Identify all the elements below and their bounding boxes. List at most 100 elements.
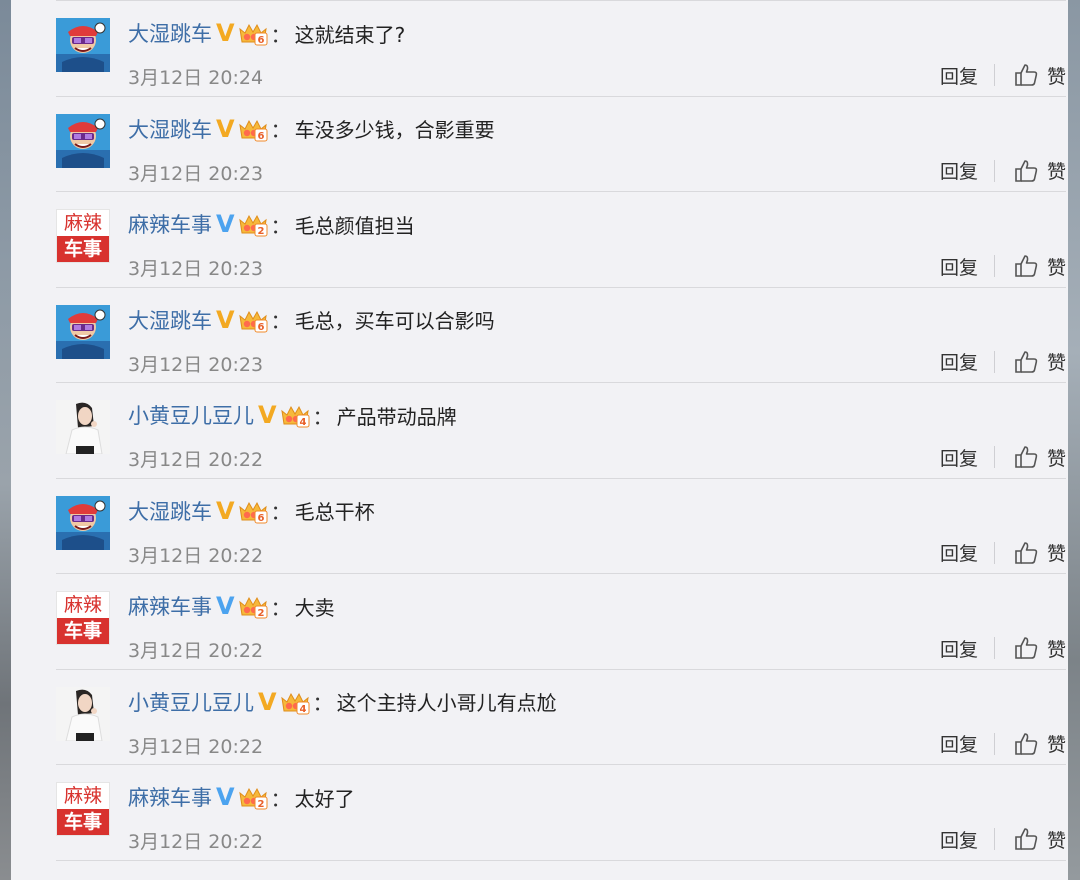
username-link[interactable]: 麻辣车事 — [128, 782, 212, 812]
reply-button[interactable]: 回复 — [940, 730, 978, 757]
username-link[interactable]: 麻辣车事 — [128, 591, 212, 621]
member-crown-icon: 2 — [238, 784, 268, 810]
like-button[interactable]: 赞 — [1013, 253, 1066, 280]
like-label: 赞 — [1046, 734, 1066, 756]
colon: ： — [270, 595, 291, 620]
comment-actions: 回复 赞 — [940, 60, 1066, 90]
avatar[interactable] — [56, 495, 110, 550]
comment-actions: 回复 赞 — [940, 633, 1066, 663]
avatar-text-top: 麻辣 — [63, 785, 102, 807]
avatar[interactable] — [56, 686, 110, 741]
member-crown-icon: 6 — [238, 307, 268, 333]
svg-text:2: 2 — [257, 799, 264, 810]
avatar[interactable] — [56, 113, 110, 168]
verified-v-icon: V — [216, 210, 235, 238]
reply-button[interactable]: 回复 — [940, 539, 978, 566]
avatar[interactable]: 麻辣 车事 — [56, 591, 110, 645]
avatar[interactable]: 麻辣 车事 — [56, 782, 110, 836]
comment-header: 小黄豆儿豆儿 V 4 ：产品带动品牌 — [128, 398, 457, 432]
reply-button[interactable]: 回复 — [940, 635, 978, 662]
username-link[interactable]: 大湿跳车 — [128, 18, 212, 48]
comment-text: 太好了 — [294, 786, 355, 811]
action-separator — [993, 64, 995, 86]
avatar[interactable] — [56, 400, 110, 454]
member-crown-icon: 2 — [238, 211, 268, 237]
like-button[interactable]: 赞 — [1013, 826, 1066, 853]
thumbs-up-icon — [1013, 349, 1039, 375]
comment-item: 麻辣 车事 麻辣车事 V 2 ：大卖 3月12日 20:22 回复 赞 — [56, 574, 1066, 670]
like-button[interactable]: 赞 — [1013, 157, 1066, 184]
like-button[interactable]: 赞 — [1013, 348, 1066, 375]
like-button[interactable]: 赞 — [1013, 539, 1066, 566]
action-separator — [993, 350, 995, 373]
username-link[interactable]: 小黄豆儿豆儿 — [128, 400, 254, 430]
like-button[interactable]: 赞 — [1013, 730, 1066, 757]
comment-timestamp: 3月12日 20:22 — [128, 544, 264, 567]
comment-item: 大湿跳车 V 6 ：车没多少钱，合影重要 3月12日 20:23 回复 赞 — [56, 97, 1066, 192]
verified-v-icon: V — [216, 305, 235, 334]
username-link[interactable]: 大湿跳车 — [128, 496, 212, 526]
like-button[interactable]: 赞 — [1013, 444, 1066, 471]
username-link[interactable]: 麻辣车事 — [128, 209, 212, 239]
reply-button[interactable]: 回复 — [940, 157, 978, 184]
member-crown-icon: 6 — [238, 116, 268, 142]
comment-actions: 回复 赞 — [940, 824, 1066, 854]
comment-text: 产品带动品牌 — [336, 404, 457, 429]
svg-text:2: 2 — [257, 608, 264, 619]
username-link[interactable]: 大湿跳车 — [128, 305, 212, 335]
thumbs-up-icon — [1013, 826, 1039, 852]
reply-button[interactable]: 回复 — [940, 62, 978, 89]
colon: ： — [312, 404, 333, 429]
thumbs-up-icon — [1013, 444, 1039, 470]
comment-timestamp: 3月12日 20:23 — [128, 353, 264, 376]
comment-item: 麻辣 车事 麻辣车事 V 2 ：毛总颜值担当 3月12日 20:23 回复 赞 — [56, 192, 1066, 288]
avatar-text-top: 麻辣 — [63, 212, 102, 234]
comment-actions: 回复 赞 — [940, 347, 1066, 377]
reply-button[interactable]: 回复 — [940, 348, 978, 375]
like-label: 赞 — [1046, 65, 1066, 88]
avatar-text-top: 麻辣 — [63, 594, 102, 616]
action-separator — [993, 828, 995, 850]
reply-button[interactable]: 回复 — [940, 253, 978, 280]
thumbs-up-icon — [1013, 158, 1039, 184]
avatar[interactable] — [56, 304, 110, 359]
like-label: 赞 — [1046, 829, 1066, 852]
thumbs-up-icon — [1013, 731, 1039, 757]
comment-actions: 回复 赞 — [940, 538, 1066, 568]
comment-item: 麻辣 车事 麻辣车事 V 2 ：太好了 3月12日 20:22 回复 赞 — [56, 765, 1066, 861]
comment-header: 大湿跳车 V 6 ：车没多少钱，合影重要 — [128, 112, 495, 146]
like-button[interactable]: 赞 — [1013, 635, 1066, 662]
action-separator — [993, 446, 995, 468]
colon: ： — [270, 500, 291, 524]
thumbs-up-icon — [1013, 253, 1039, 279]
comment-header: 麻辣车事 V 2 ：太好了 — [128, 780, 355, 814]
comment-timestamp: 3月12日 20:22 — [128, 449, 264, 471]
username-link[interactable]: 大湿跳车 — [128, 114, 212, 144]
comment-header: 大湿跳车 V 6 ：毛总干杯 — [128, 494, 375, 528]
thumbs-up-icon — [1013, 635, 1039, 661]
verified-v-icon: V — [258, 401, 277, 429]
like-label: 赞 — [1046, 638, 1066, 661]
background-edge-right — [1068, 0, 1080, 880]
verified-v-icon: V — [216, 783, 235, 811]
svg-text:4: 4 — [299, 704, 306, 715]
svg-text:6: 6 — [257, 131, 264, 142]
reply-button[interactable]: 回复 — [940, 444, 978, 471]
avatar[interactable] — [56, 18, 110, 72]
svg-text:6: 6 — [257, 322, 264, 333]
comment-actions: 回复 赞 — [940, 156, 1066, 186]
comment-text: 毛总，买车可以合影吗 — [294, 309, 495, 333]
background-edge-left — [0, 0, 11, 880]
avatar-text-bottom: 车事 — [57, 618, 109, 644]
username-link[interactable]: 小黄豆儿豆儿 — [128, 687, 254, 717]
like-button[interactable]: 赞 — [1013, 62, 1066, 89]
comment-header: 小黄豆儿豆儿 V 4 ：这个主持人小哥儿有点尬 — [128, 685, 557, 719]
avatar[interactable]: 麻辣 车事 — [56, 209, 110, 263]
verified-v-icon: V — [216, 19, 235, 47]
comment-timestamp: 3月12日 20:23 — [128, 162, 264, 185]
reply-button[interactable]: 回复 — [940, 826, 978, 853]
colon: ： — [270, 118, 291, 142]
thumbs-up-icon — [1013, 540, 1039, 566]
comment-list: 大湿跳车 V 6 ：这就结束了? 3月12日 20:24 回复 赞 大湿跳车 V 6 ：… — [56, 0, 1066, 861]
colon: ： — [270, 786, 291, 811]
